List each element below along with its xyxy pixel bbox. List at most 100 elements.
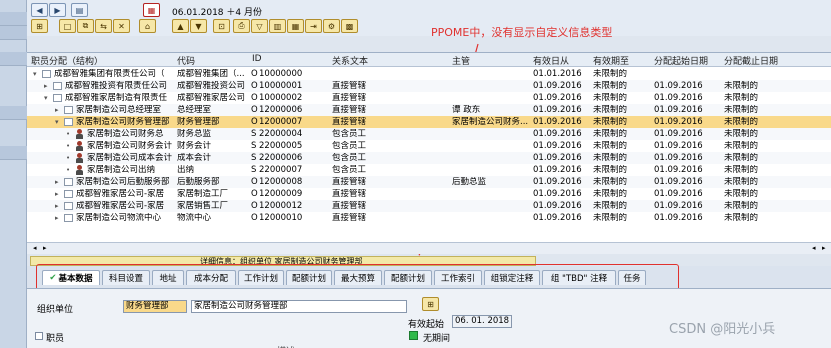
tree-cell-code: 成都智雅家居公司 xyxy=(177,93,246,103)
date-range-text: 06.01.2018 ＋4 月份 xyxy=(172,8,262,18)
expand-toggle-icon[interactable]: ▾ xyxy=(55,118,59,126)
left-strip-bar[interactable] xyxy=(0,146,27,160)
lock-icon[interactable]: ⊡ xyxy=(213,19,230,33)
tree-row[interactable]: ▸ 家居制造公司后勤服务部 后勤服务部 O 12000008 直接管辖 后勤总监 01.09.… xyxy=(27,176,831,188)
tree-row[interactable]: ▾ 家居制造公司财务管理部 财务管理部 O 12000007 直接管辖 家居制造公司财务..… xyxy=(27,116,831,128)
tree-cell-from: 01.09.2016 xyxy=(533,81,582,91)
org-unit-icon xyxy=(64,190,73,198)
tree-cell-type: S xyxy=(251,141,257,151)
expand-toggle-icon[interactable]: ▾ xyxy=(44,94,48,102)
org-unit-icon xyxy=(64,214,73,222)
tree-node-name[interactable]: 家居制造公司财务管理部 xyxy=(76,117,175,127)
column-header-assign-from[interactable]: 分配起始日期 xyxy=(654,54,708,67)
expand-toggle-icon[interactable]: ▸ xyxy=(44,82,48,90)
tree-cell-rel: 直接管辖 xyxy=(332,189,367,199)
tree-node-name[interactable]: 成都智雅投资有限责任公司 xyxy=(65,81,175,91)
left-strip-bar[interactable] xyxy=(0,106,27,120)
column-header-id[interactable]: ID xyxy=(252,54,262,64)
org-structure-tree: 职员分配（结构） 代码 ID 关系文本 主管 有效日从 有效期至 分配起始日期 … xyxy=(27,52,831,242)
details-icon[interactable]: ⊞ xyxy=(422,297,439,311)
tree-node-name[interactable]: 家居制造公司总经理室 xyxy=(76,105,175,115)
forward-icon[interactable]: ▶ xyxy=(49,3,66,17)
position-person-icon xyxy=(75,153,84,163)
tree-cell-from: 01.09.2016 xyxy=(533,189,582,199)
left-strip-bar[interactable] xyxy=(0,52,27,66)
tree-cell-to: 未限制的 xyxy=(593,105,628,115)
expand-toggle-icon[interactable]: ▸ xyxy=(55,214,59,222)
tree-cell-type: O xyxy=(251,201,258,211)
expand-toggle-icon[interactable]: ▾ xyxy=(33,70,37,78)
scroll-right-icon[interactable]: ▸ xyxy=(43,244,47,252)
move-up-icon[interactable]: ▲ xyxy=(172,19,189,33)
column-header-valid-from[interactable]: 有效日从 xyxy=(533,54,569,67)
tree-row[interactable]: ▸ 家居制造公司总经理室 总经理室 O 12000006 直接管辖 谭 政东 01.09.20… xyxy=(27,104,831,116)
delete-icon[interactable]: ✕ xyxy=(113,19,130,33)
expand-toggle-icon[interactable]: ▸ xyxy=(55,190,59,198)
back-icon[interactable]: ◀ xyxy=(31,3,48,17)
expand-toggle-icon[interactable]: ▸ xyxy=(55,178,59,186)
tree-node-name[interactable]: 家居制造公司成本会计 xyxy=(87,153,175,163)
scroll-left-icon[interactable]: ◂ xyxy=(812,244,816,252)
tree-cell-af: 01.09.2016 xyxy=(654,213,703,223)
column-header-assign-to[interactable]: 分配截止日期 xyxy=(724,54,778,67)
tree-cell-rel: 直接管辖 xyxy=(332,213,367,223)
tree-cell-at: 未限制的 xyxy=(724,105,759,115)
left-strip-bar[interactable] xyxy=(0,12,27,26)
tree-node-name[interactable]: 成都智雅集团有限责任公司（ xyxy=(54,69,175,79)
move-down-icon[interactable]: ▼ xyxy=(190,19,207,33)
tree-row[interactable]: • 家居制造公司财务会计 财务会计 S 22000005 包含员工 01.09.2016 未限… xyxy=(27,140,831,152)
tree-cell-at: 未限制的 xyxy=(724,165,759,175)
tree-cell-rel: 包含员工 xyxy=(332,153,367,163)
expand-toggle-icon[interactable]: ▸ xyxy=(55,106,59,114)
tree-row[interactable]: • 家居制造公司财务总 财务总监 S 22000004 包含员工 01.09.2016 未限制… xyxy=(27,128,831,140)
home-icon[interactable]: ⌂ xyxy=(139,19,156,33)
tree-node-name[interactable]: 家居制造公司物流中心 xyxy=(76,213,175,223)
grid-icon[interactable]: ▩ xyxy=(341,19,358,33)
tree-row[interactable]: ▸ 家居制造公司物流中心 物流中心 O 12000010 直接管辖 01.09.2016 未限… xyxy=(27,212,831,224)
tree-node-name[interactable]: 家居制造公司财务总 xyxy=(87,129,175,139)
left-strip-bar[interactable] xyxy=(0,26,27,40)
print-icon[interactable]: ⎙ xyxy=(233,19,250,33)
org-unit-code-field[interactable]: 财务管理部 xyxy=(123,300,187,313)
layout-icon[interactable]: ▦ xyxy=(287,19,304,33)
scroll-right-icon[interactable]: ▸ xyxy=(822,244,826,252)
tree-row[interactable]: ▸ 成都智雅投资有限责任公司 成都智雅投资公司 O 10000001 直接管辖 01.09.… xyxy=(27,80,831,92)
column-header-manager[interactable]: 主管 xyxy=(452,54,470,67)
calendar-icon[interactable]: ▦ xyxy=(143,3,160,17)
tree-node-name[interactable]: 成都智雅家居制造有限责任 xyxy=(65,93,175,103)
toolbar: ◀ ▶ ▤ ▦ 06.01.2018 ＋4 月份 ⊞ □ ⧉ ⇆ ✕ ⌂ ▲ ▼… xyxy=(27,0,831,36)
settings-icon[interactable]: ⚙ xyxy=(323,19,340,33)
org-unit-name-field[interactable]: 家居制造公司财务管理部 xyxy=(191,300,407,313)
column-header-relation[interactable]: 关系文本 xyxy=(332,54,368,67)
horizontal-scrollbar[interactable]: ◂ ▸ ◂ ▸ xyxy=(27,242,831,254)
overview-icon[interactable]: ▤ xyxy=(71,3,88,17)
tree-row[interactable]: • 家居制造公司成本会计 成本会计 S 22000006 包含员工 01.09.2016 未限… xyxy=(27,152,831,164)
tree-row[interactable]: ▸ 成都智雅家居公司-家居 家居销售工厂 O 12000012 直接管辖 01.09.201… xyxy=(27,200,831,212)
new-icon[interactable]: □ xyxy=(59,19,76,33)
tree-row[interactable]: ▾ 成都智雅家居制造有限责任 成都智雅家居公司 O 10000002 直接管辖 01.09.… xyxy=(27,92,831,104)
leaf-bullet-icon: • xyxy=(66,166,71,174)
copy-icon[interactable]: ⧉ xyxy=(77,19,94,33)
tree-node-name[interactable]: 成都智雅家居公司-家居 xyxy=(76,189,175,199)
tree-row[interactable]: ▾ 成都智雅集团有限责任公司（ 成都智雅集团（... O 10000000 01.01.2… xyxy=(27,68,831,80)
filter-icon[interactable]: ▽ xyxy=(251,19,268,33)
tree-node-name[interactable]: 成都智雅家居公司-家居 xyxy=(76,201,175,211)
tree-node-name[interactable]: 家居制造公司出纳 xyxy=(87,165,175,175)
column-header-valid-to[interactable]: 有效期至 xyxy=(593,54,629,67)
tree-node-name[interactable]: 家居制造公司财务会计 xyxy=(87,141,175,151)
tree-node-name[interactable]: 家居制造公司后勤服务部 xyxy=(76,177,175,187)
tree-cell-id: 10000001 xyxy=(259,81,303,91)
scroll-left-icon[interactable]: ◂ xyxy=(33,244,37,252)
expand-toggle-icon[interactable]: ▸ xyxy=(55,202,59,210)
export-icon[interactable]: ⇥ xyxy=(305,19,322,33)
staff-checkbox[interactable] xyxy=(35,332,43,340)
structure-icon[interactable]: ⊞ xyxy=(31,19,48,33)
assign-icon[interactable]: ⇆ xyxy=(95,19,112,33)
tree-cell-af: 01.09.2016 xyxy=(654,153,703,163)
column-icon[interactable]: ▥ xyxy=(269,19,286,33)
tree-row[interactable]: • 家居制造公司出纳 出纳 S 22000007 包含员工 01.09.2016 未限制的 01… xyxy=(27,164,831,176)
tree-cell-at: 未限制的 xyxy=(724,153,759,163)
tree-row[interactable]: ▸ 成都智雅家居公司-家居 家居制造工厂 O 12000009 直接管辖 01.09.201… xyxy=(27,188,831,200)
column-header-structure[interactable]: 职员分配（结构） xyxy=(31,54,103,67)
column-header-code[interactable]: 代码 xyxy=(177,54,195,67)
